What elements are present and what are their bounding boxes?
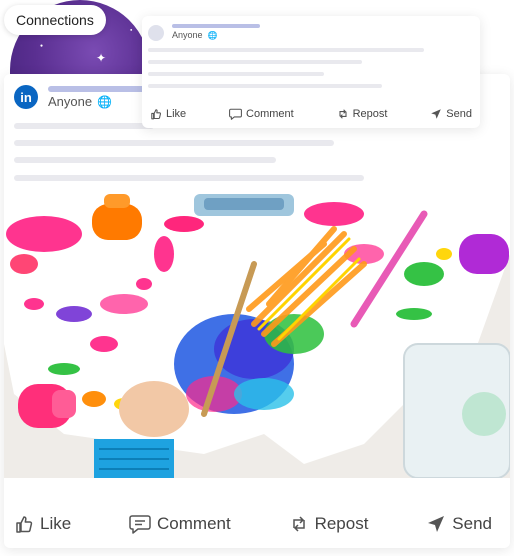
comment-button[interactable]: Comment — [129, 514, 231, 534]
star-icon: ● — [40, 43, 44, 49]
text-line-placeholder — [148, 60, 362, 64]
visibility-indicator: Anyone 🌐 — [172, 30, 218, 40]
main-post-card: in Anyone 🌐 Like Comment Repost Send — [4, 74, 510, 548]
mini-post-card: Anyone 🌐 Like Comment Repost Send — [142, 16, 480, 128]
text-line-placeholder — [14, 123, 154, 129]
like-button[interactable]: Like — [150, 108, 186, 120]
visibility-label: Anyone — [172, 30, 203, 40]
send-icon — [430, 108, 442, 120]
comment-icon — [129, 514, 151, 534]
repost-button[interactable]: Repost — [337, 108, 388, 120]
globe-icon: 🌐 — [97, 94, 113, 109]
like-label: Like — [166, 108, 187, 120]
repost-icon — [337, 108, 349, 120]
repost-icon — [289, 514, 309, 534]
comment-label: Comment — [157, 514, 231, 533]
like-icon — [150, 108, 162, 120]
linkedin-logo: in — [14, 85, 38, 109]
avatar — [148, 25, 164, 41]
like-label: Like — [40, 514, 72, 533]
comment-label: Comment — [246, 108, 294, 120]
paint-art-illustration — [4, 194, 510, 478]
star-icon: ✦ — [96, 51, 107, 65]
visibility-indicator: Anyone 🌐 — [48, 94, 112, 109]
connections-label: Connections — [16, 12, 94, 28]
repost-label: Repost — [352, 108, 388, 120]
mini-post-actions: Like Comment Repost Send — [146, 104, 476, 124]
connections-badge[interactable]: Connections — [4, 5, 106, 35]
send-label: Send — [446, 108, 472, 120]
post-image-paint-art[interactable] — [4, 194, 510, 478]
text-line-placeholder — [14, 175, 364, 181]
text-line-placeholder — [148, 84, 382, 88]
main-post-actions: Like Comment Repost Send — [4, 494, 510, 554]
author-name-placeholder — [172, 24, 260, 28]
send-icon — [426, 514, 446, 534]
text-line-placeholder — [148, 72, 324, 76]
text-line-placeholder — [148, 48, 424, 52]
globe-icon: 🌐 — [207, 30, 218, 40]
comment-button[interactable]: Comment — [229, 108, 294, 120]
text-line-placeholder — [14, 140, 334, 146]
like-button[interactable]: Like — [14, 514, 71, 534]
repost-button[interactable]: Repost — [289, 514, 369, 534]
repost-label: Repost — [314, 514, 369, 533]
visibility-label: Anyone — [48, 94, 93, 109]
text-line-placeholder — [14, 157, 276, 163]
send-button[interactable]: Send — [430, 108, 472, 120]
star-icon: ● — [130, 27, 133, 32]
comment-icon — [229, 108, 242, 120]
author-name-placeholder — [48, 86, 148, 92]
send-button[interactable]: Send — [426, 514, 492, 534]
like-icon — [14, 514, 34, 534]
send-label: Send — [452, 514, 492, 533]
